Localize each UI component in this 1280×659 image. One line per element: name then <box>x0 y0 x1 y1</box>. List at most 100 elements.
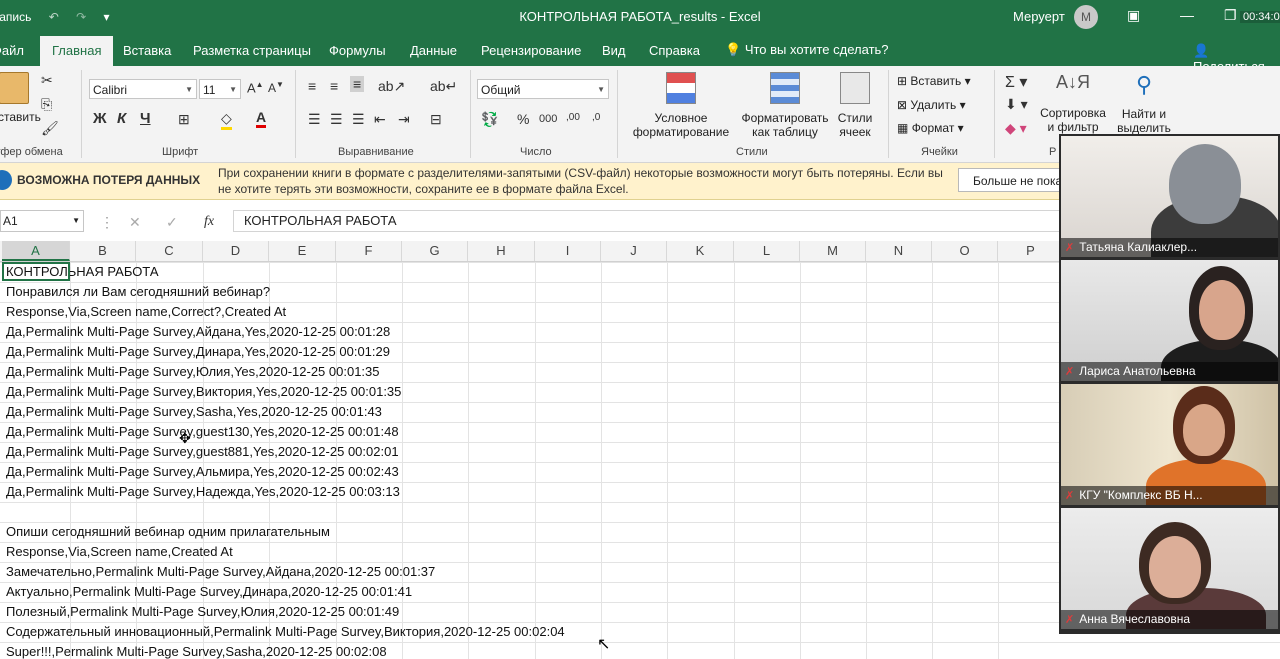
tab-review[interactable]: Рецензирование <box>481 43 581 58</box>
borders-icon[interactable]: ⊞ <box>178 111 190 128</box>
tab-home[interactable]: Главная <box>40 36 114 66</box>
column-header[interactable]: E <box>269 241 336 261</box>
font-name-select[interactable]: Calibri ▼ <box>89 79 197 99</box>
table-row[interactable]: Актуально,Permalink Multi-Page Survey,Ди… <box>6 582 412 602</box>
cell-styles-button[interactable]: Стили ячеек <box>831 72 879 139</box>
column-header[interactable]: G <box>402 241 468 261</box>
percent-icon[interactable]: % <box>517 111 529 127</box>
table-row[interactable]: Да,Permalink Multi-Page Survey,Альмира,Y… <box>6 462 399 482</box>
tab-formulas[interactable]: Формулы <box>329 43 386 58</box>
column-header[interactable]: I <box>535 241 601 261</box>
table-row[interactable]: Да,Permalink Multi-Page Survey,Динара,Ye… <box>6 342 390 362</box>
decrease-font-icon[interactable]: A▼ <box>268 80 284 95</box>
name-box[interactable]: A1 ▼ <box>0 210 84 232</box>
fill-color-icon[interactable]: ◇ <box>221 110 232 130</box>
wrap-text-icon[interactable]: ab↵ <box>430 78 457 95</box>
participant-tile[interactable]: ✗ КГУ "Комплекс ВБ Н... <box>1061 384 1278 505</box>
delete-cells-button[interactable]: ⊠ Удалить ▾ <box>897 98 966 112</box>
table-row[interactable]: Response,Via,Screen name,Correct?,Create… <box>6 302 286 322</box>
increase-decimal-icon[interactable]: ,00 <box>566 112 580 123</box>
column-header[interactable]: N <box>866 241 932 261</box>
sort-filter-button[interactable]: A↓Я Сортировка и фильтр <box>1037 72 1109 134</box>
table-row[interactable]: Замечательно,Permalink Multi-Page Survey… <box>6 562 435 582</box>
align-bottom-icon[interactable]: ≡ <box>350 76 365 92</box>
enter-icon[interactable]: ✓ <box>166 214 178 231</box>
font-size-select[interactable]: 11 ▼ <box>199 79 241 99</box>
copy-icon[interactable]: ⎘ <box>41 96 52 113</box>
align-center-icon[interactable]: ☰ <box>330 111 343 128</box>
align-middle-icon[interactable]: ≡ <box>330 78 338 94</box>
column-header[interactable]: J <box>601 241 667 261</box>
cut-icon[interactable]: ✂ <box>41 72 53 89</box>
table-row[interactable]: Response,Via,Screen name,Created At <box>6 542 233 562</box>
conditional-formatting-button[interactable]: Условное форматирование <box>622 72 740 139</box>
increase-font-icon[interactable]: A▲ <box>247 80 264 95</box>
cancel-icon[interactable]: ✕ <box>129 214 141 231</box>
column-header[interactable]: P <box>998 241 1064 261</box>
table-row[interactable]: Понравился ли Вам сегодняшний вебинар? <box>6 282 270 302</box>
insert-function-icon[interactable]: fx <box>204 214 214 230</box>
tab-help[interactable]: Справка <box>649 43 700 58</box>
format-painter-icon[interactable]: 🖌 <box>41 120 59 137</box>
restore-icon[interactable]: ❐ <box>1224 7 1237 24</box>
tell-me-search[interactable]: 💡 Что вы хотите сделать? <box>725 42 889 58</box>
table-row[interactable]: Содержательный инновационный,Permalink M… <box>6 622 565 642</box>
user-name[interactable]: Меруерт <box>1013 9 1065 24</box>
underline-button[interactable]: Ч <box>140 110 151 127</box>
column-header[interactable]: O <box>932 241 998 261</box>
tab-insert[interactable]: Вставка <box>123 43 171 58</box>
format-as-table-button[interactable]: Форматировать как таблицу <box>733 72 837 139</box>
column-header[interactable]: F <box>336 241 402 261</box>
table-row[interactable]: Да,Permalink Multi-Page Survey,Sasha,Yes… <box>6 402 382 422</box>
tab-file[interactable]: Файл <box>0 43 24 58</box>
table-row[interactable]: Да,Permalink Multi-Page Survey,Юлия,Yes,… <box>6 362 380 382</box>
format-cells-button[interactable]: ▦ Формат ▾ <box>897 121 964 135</box>
insert-cells-button[interactable]: ⊞ Вставить ▾ <box>897 74 971 88</box>
minimize-icon[interactable]: — <box>1180 7 1194 23</box>
find-select-button[interactable]: ⚲ Найти и выделить <box>1111 72 1177 135</box>
align-left-icon[interactable]: ☰ <box>308 111 321 128</box>
column-header[interactable]: C <box>136 241 203 261</box>
font-color-icon[interactable]: A <box>256 109 267 128</box>
column-header[interactable]: H <box>468 241 535 261</box>
participant-tile[interactable]: ✗ Лариса Анатольевна <box>1061 260 1278 381</box>
paste-button[interactable]: Вставить <box>0 72 41 124</box>
fill-icon[interactable]: ⬇ ▾ <box>1005 96 1028 113</box>
currency-icon[interactable]: 💱 <box>481 111 498 128</box>
comma-style-icon[interactable]: 000 <box>539 113 557 125</box>
tab-page-layout[interactable]: Разметка страницы <box>193 43 311 58</box>
avatar[interactable]: M <box>1074 5 1098 29</box>
italic-button[interactable]: К <box>117 110 126 127</box>
orientation-icon[interactable]: ab↗ <box>378 78 405 95</box>
table-row[interactable]: Да,Permalink Multi-Page Survey,Надежда,Y… <box>6 482 400 502</box>
column-header[interactable]: M <box>800 241 866 261</box>
table-row[interactable]: Да,Permalink Multi-Page Survey,Айдана,Ye… <box>6 322 390 342</box>
decrease-decimal-icon[interactable]: ,0 <box>592 112 600 123</box>
ribbon-display-icon[interactable]: ▣ <box>1127 7 1140 24</box>
table-row[interactable]: Super!!!,Permalink Multi-Page Survey,Sas… <box>6 642 387 659</box>
align-right-icon[interactable]: ☰ <box>352 111 365 128</box>
tab-view[interactable]: Вид <box>602 43 626 58</box>
autosum-icon[interactable]: Σ ▾ <box>1005 72 1027 92</box>
tab-data[interactable]: Данные <box>410 43 457 58</box>
column-header[interactable]: L <box>734 241 800 261</box>
participant-tile[interactable]: ✗ Татьяна Калиаклер... <box>1061 136 1278 257</box>
participant-tile[interactable]: ✗ Анна Вячеславовна <box>1061 508 1278 629</box>
table-row[interactable]: Опиши сегодняшний вебинар одним прилагат… <box>6 522 330 542</box>
bold-button[interactable]: Ж <box>93 110 107 127</box>
number-format-select[interactable]: Общий ▼ <box>477 79 609 99</box>
clear-icon[interactable]: ◆ ▾ <box>1005 120 1027 137</box>
table-row[interactable]: Полезный,Permalink Multi-Page Survey,Юли… <box>6 602 399 622</box>
column-header[interactable]: B <box>70 241 136 261</box>
align-top-icon[interactable]: ≡ <box>308 78 316 94</box>
formula-input[interactable]: КОНТРОЛЬНАЯ РАБОТА <box>233 210 1073 232</box>
table-row[interactable]: Да,Permalink Multi-Page Survey,guest130,… <box>6 422 399 442</box>
column-header[interactable]: K <box>667 241 734 261</box>
table-row[interactable]: Да,Permalink Multi-Page Survey,Виктория,… <box>6 382 401 402</box>
decrease-indent-icon[interactable]: ⇤ <box>374 111 386 128</box>
merge-center-icon[interactable]: ⊟ <box>430 111 442 128</box>
increase-indent-icon[interactable]: ⇥ <box>398 111 410 128</box>
column-header[interactable]: D <box>203 241 269 261</box>
table-row[interactable]: Да,Permalink Multi-Page Survey,guest881,… <box>6 442 399 462</box>
column-header[interactable]: A <box>2 241 70 261</box>
